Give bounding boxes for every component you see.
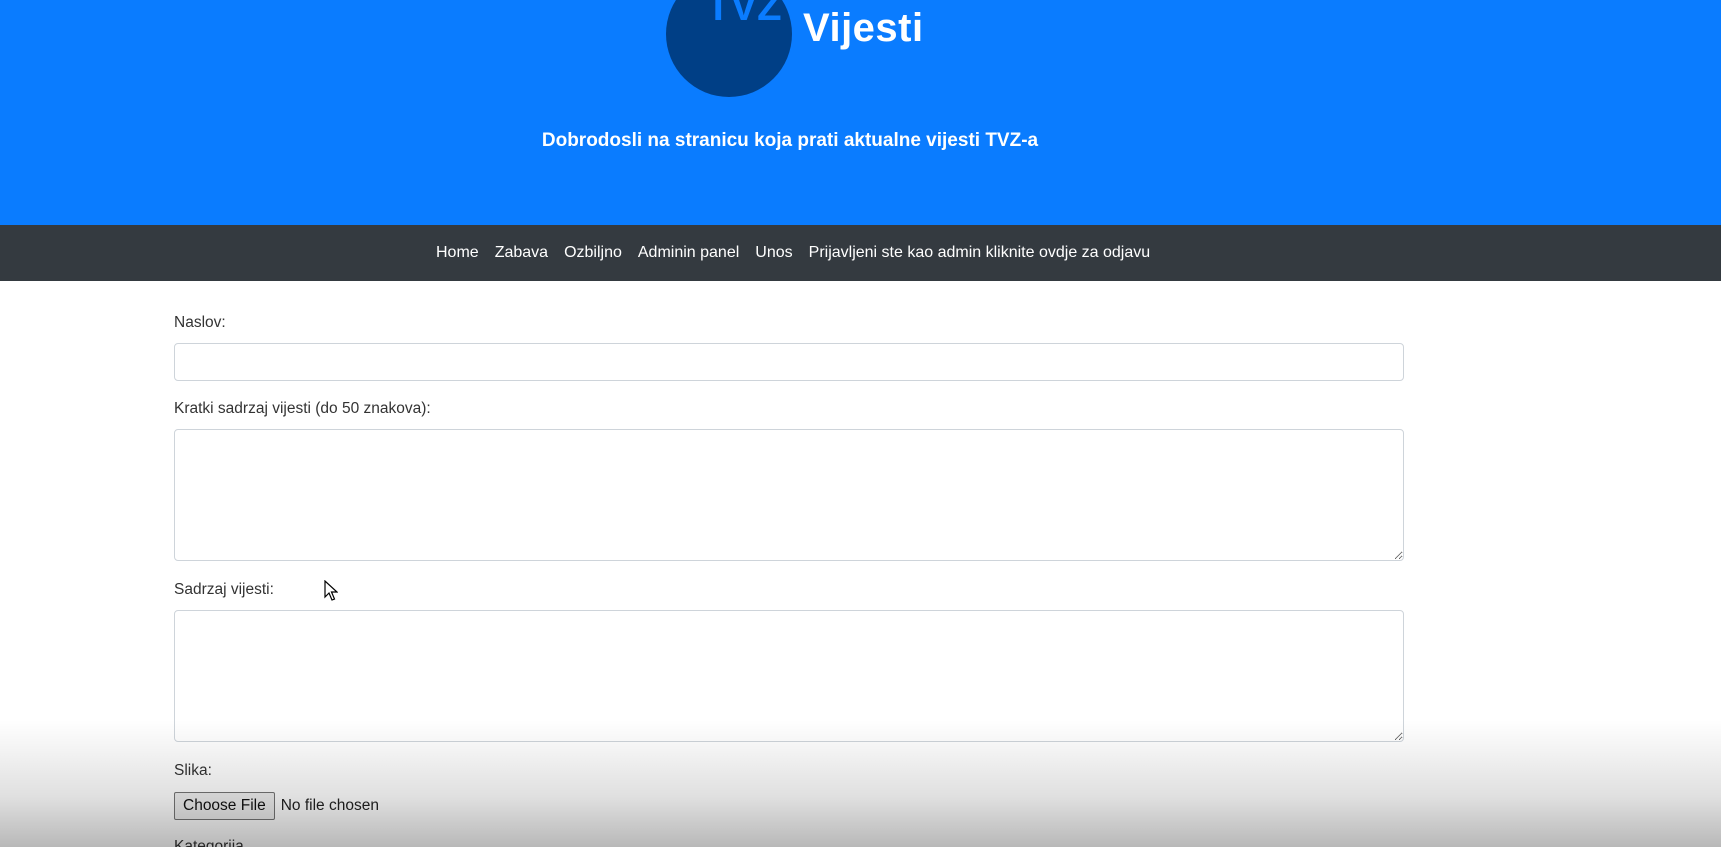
title-label: Naslov: — [174, 314, 226, 331]
tvz-logo: TVZ — [666, 0, 792, 98]
nav-list: Home Zabava Ozbiljno Adminin panel Unos … — [436, 225, 1158, 281]
file-status-text: No file chosen — [280, 797, 379, 814]
image-file-input[interactable]: Choose File No file chosen — [174, 792, 379, 820]
nav-zabava-link[interactable]: Zabava — [487, 244, 556, 262]
content-textarea[interactable] — [174, 610, 1404, 742]
summary-label: Kratki sadrzaj vijesti (do 50 znakova): — [174, 400, 431, 417]
nav-unos-link[interactable]: Unos — [747, 244, 800, 262]
page: TVZ Vijesti Dobrodosli na stranicu koja … — [0, 0, 1721, 847]
summary-textarea[interactable] — [174, 429, 1404, 561]
nav-logout-link[interactable]: Prijavljeni ste kao admin kliknite ovdje… — [801, 244, 1159, 262]
mouse-pointer-icon — [324, 579, 339, 602]
image-label: Slika: — [174, 762, 212, 779]
logo-text: TVZ — [706, 0, 782, 29]
main-navbar: Home Zabava Ozbiljno Adminin panel Unos … — [0, 225, 1721, 281]
nav-home-link[interactable]: Home — [436, 244, 487, 262]
site-title: Vijesti — [803, 6, 924, 50]
title-input[interactable] — [174, 343, 1404, 381]
content-label: Sadrzaj vijesti: — [174, 581, 274, 598]
nav-admin-panel-link[interactable]: Adminin panel — [630, 244, 747, 262]
choose-file-button[interactable]: Choose File — [174, 792, 275, 820]
nav-ozbiljno-link[interactable]: Ozbiljno — [556, 244, 630, 262]
site-header: TVZ Vijesti Dobrodosli na stranicu koja … — [0, 0, 1721, 225]
welcome-message: Dobrodosli na stranicu koja prati aktual… — [541, 130, 1039, 151]
category-label: Kategorija — [174, 838, 244, 847]
